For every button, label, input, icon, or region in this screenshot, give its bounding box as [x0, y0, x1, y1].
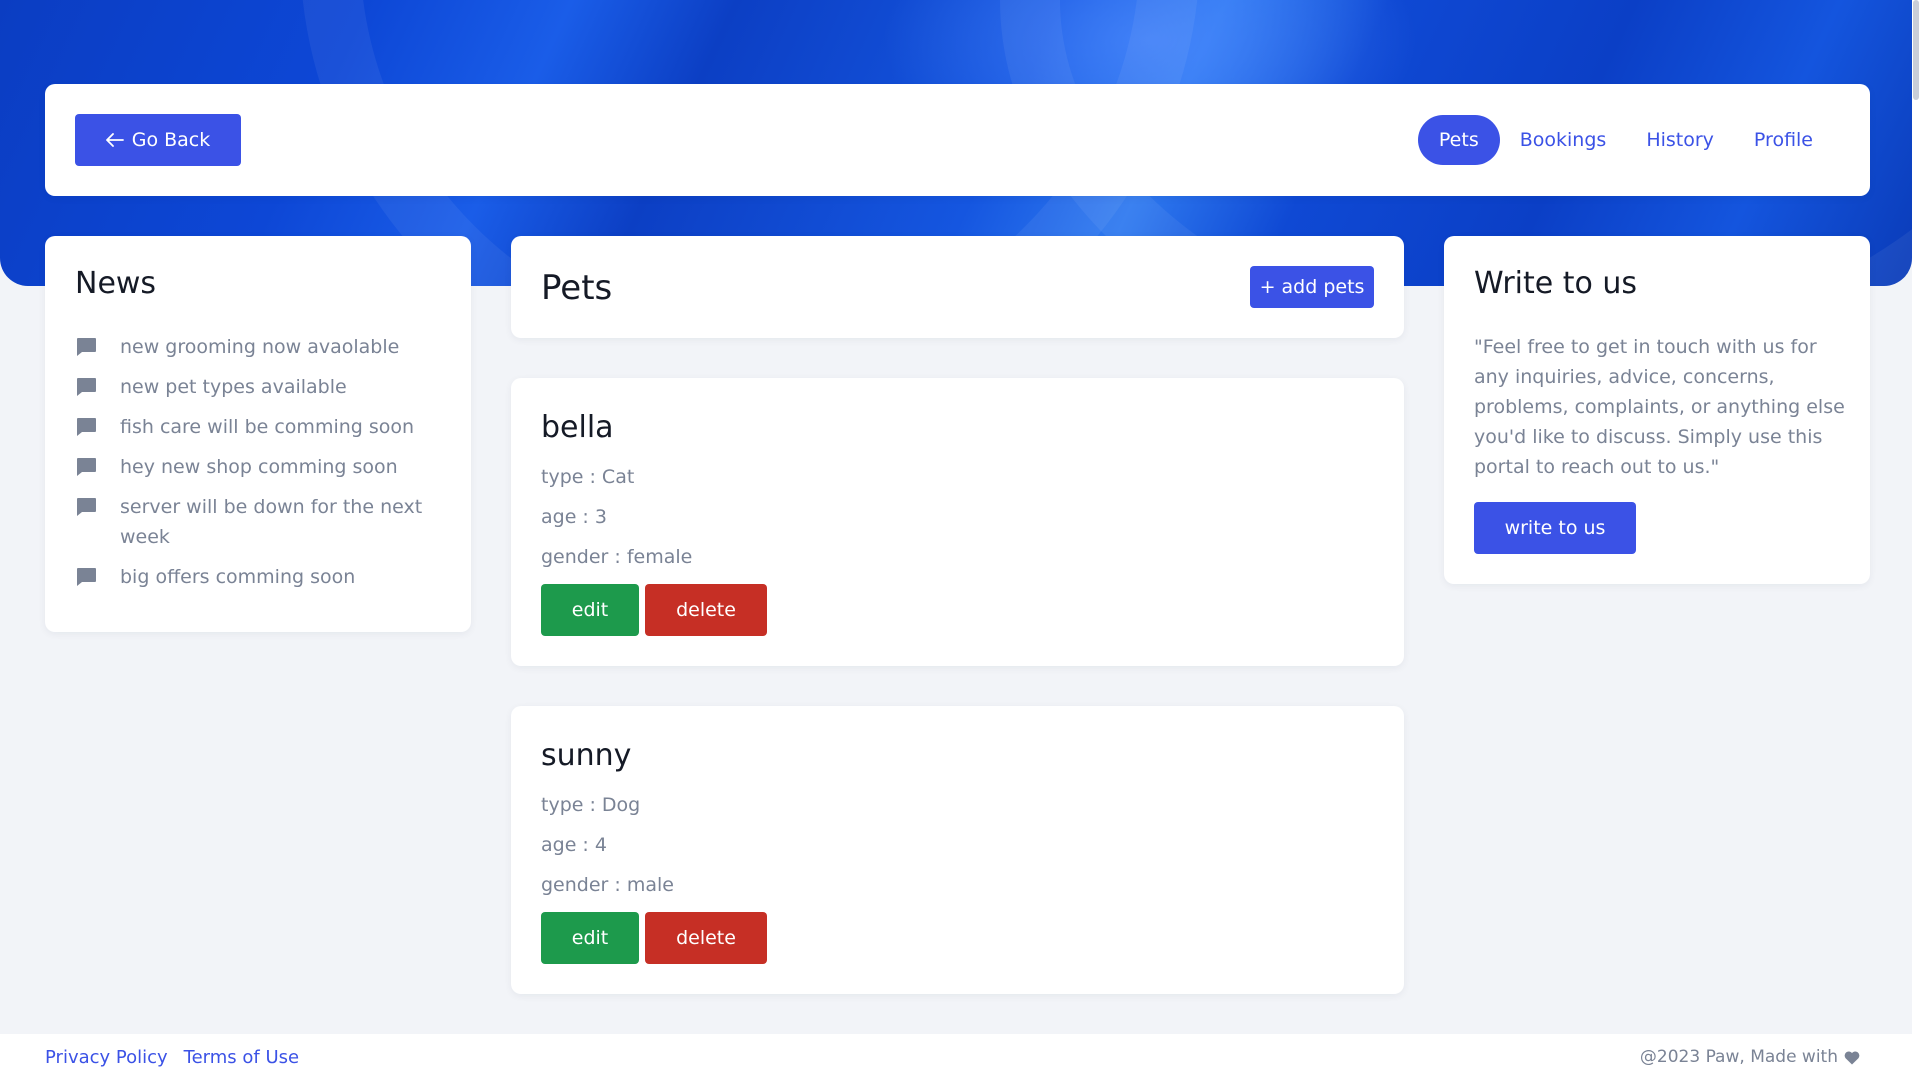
scrollbar-thumb[interactable] [1913, 0, 1919, 100]
pets-title: Pets [541, 268, 613, 308]
news-card: News new grooming now avaolable new pet … [45, 236, 471, 632]
copyright-text: @2023 Paw, Made with [1639, 1047, 1838, 1067]
news-item: server will be down for the next week [75, 492, 445, 552]
news-item-text: big offers comming soon [120, 566, 356, 588]
add-pets-button[interactable]: + add pets [1250, 266, 1374, 308]
pet-name: bella [541, 410, 614, 445]
arrow-left-icon [105, 133, 124, 147]
go-back-label: Go Back [131, 129, 211, 151]
news-item: fish care will be comming soon [75, 412, 445, 442]
pet-actions: edit delete [541, 912, 767, 964]
pet-type: type : Cat [541, 466, 635, 488]
news-item-text: server will be down for the next week [120, 496, 423, 548]
write-to-us-title: Write to us [1474, 266, 1638, 301]
privacy-policy-link[interactable]: Privacy Policy [45, 1047, 168, 1068]
edit-pet-button[interactable]: edit [541, 584, 639, 636]
terms-of-use-link[interactable]: Terms of Use [184, 1047, 299, 1068]
write-to-us-button[interactable]: write to us [1474, 502, 1636, 554]
top-navigation-bar: Go Back Pets Bookings History Profile [45, 84, 1870, 196]
copyright: @2023 Paw, Made with [1640, 1047, 1860, 1067]
go-back-button[interactable]: Go Back [75, 114, 241, 166]
pet-age: age : 4 [541, 834, 607, 856]
write-to-us-text: "Feel free to get in touch with us for a… [1474, 336, 1845, 478]
message-icon [75, 562, 99, 592]
pet-type: type : Dog [541, 794, 641, 816]
message-icon [75, 332, 99, 362]
message-icon [75, 372, 99, 402]
pet-actions: edit delete [541, 584, 767, 636]
pet-card: bella type : Cat age : 3 gender : female… [511, 378, 1404, 666]
news-title: News [75, 266, 157, 301]
message-icon [75, 412, 99, 442]
heart-icon [1844, 1050, 1860, 1064]
news-item: big offers comming soon [75, 562, 445, 592]
pet-gender: gender : female [541, 546, 693, 568]
footer: Privacy Policy Terms of Use @2023 Paw, M… [0, 1034, 1912, 1080]
message-icon [75, 452, 99, 482]
nav-profile[interactable]: Profile [1734, 115, 1833, 165]
news-item: hey new shop comming soon [75, 452, 445, 482]
nav-bookings[interactable]: Bookings [1500, 115, 1627, 165]
nav-history[interactable]: History [1626, 115, 1734, 165]
main-nav: Pets Bookings History Profile [1417, 115, 1833, 165]
edit-pet-button[interactable]: edit [541, 912, 639, 964]
pets-header-card: Pets + add pets [511, 236, 1404, 338]
news-item-text: new grooming now avaolable [120, 336, 400, 358]
news-item-text: new pet types available [120, 376, 347, 398]
news-item-text: hey new shop comming soon [120, 456, 398, 478]
write-to-us-card: Write to us "Feel free to get in touch w… [1444, 236, 1870, 584]
pet-gender: gender : male [541, 874, 674, 896]
scrollbar[interactable] [1912, 0, 1920, 1080]
message-icon [75, 492, 99, 522]
news-item: new grooming now avaolable [75, 332, 445, 362]
news-list: new grooming now avaolable new pet types… [75, 332, 445, 602]
pet-age: age : 3 [541, 506, 607, 528]
news-item: new pet types available [75, 372, 445, 402]
nav-pets[interactable]: Pets [1417, 115, 1500, 165]
delete-pet-button[interactable]: delete [645, 584, 767, 636]
footer-links: Privacy Policy Terms of Use [45, 1047, 299, 1068]
delete-pet-button[interactable]: delete [645, 912, 767, 964]
pet-card: sunny type : Dog age : 4 gender : male e… [511, 706, 1404, 994]
news-item-text: fish care will be comming soon [120, 416, 415, 438]
pet-name: sunny [541, 738, 632, 773]
